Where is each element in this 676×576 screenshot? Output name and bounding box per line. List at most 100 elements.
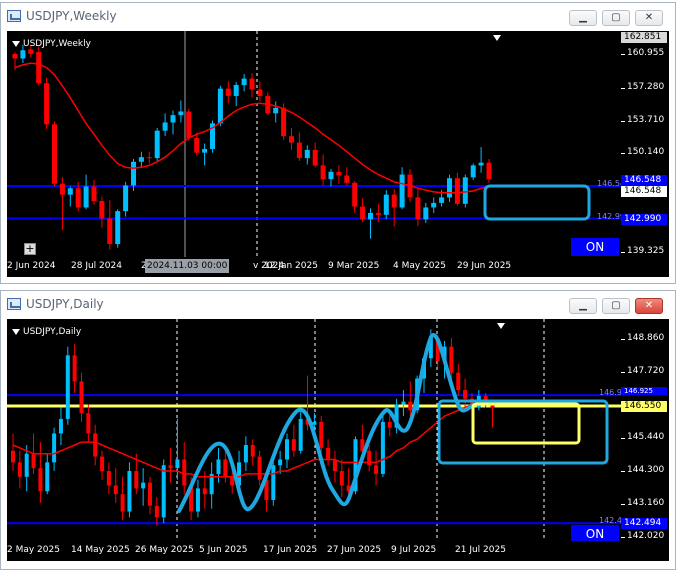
- candle-body: [374, 465, 379, 474]
- candle-body: [178, 111, 184, 116]
- candle-body: [336, 171, 342, 176]
- price-label: 153.710: [627, 114, 665, 125]
- candle-body: [328, 171, 334, 180]
- maximize-button[interactable]: ▢: [602, 10, 630, 26]
- time-label: 17 Jun 2025: [263, 545, 318, 555]
- candle-body: [131, 161, 136, 186]
- candle-body: [113, 485, 118, 495]
- price-label: 144.300: [627, 465, 665, 476]
- candle-body: [383, 194, 389, 215]
- maximize-button[interactable]: ▢: [602, 298, 630, 314]
- minimize-button[interactable]: ▁: [569, 10, 597, 26]
- weekly-time-axis[interactable]: 2 Jun 2024 28 Jul 2024 12 Jan 2025 9 Mar 20…: [7, 257, 669, 277]
- candle-body: [375, 212, 381, 215]
- price-tick: [621, 438, 625, 440]
- candle-body: [195, 488, 200, 512]
- candle-body: [470, 165, 476, 178]
- candle-body: [387, 421, 392, 428]
- minimize-button[interactable]: ▁: [569, 298, 597, 314]
- candle-body: [401, 401, 406, 405]
- candle-body: [243, 445, 248, 463]
- price-level-marker: 146.548: [621, 175, 667, 186]
- candle-body: [380, 421, 385, 474]
- candle-body: [161, 465, 166, 518]
- candle-body: [12, 53, 18, 59]
- candle-body: [194, 138, 200, 153]
- plus-icon[interactable]: +: [24, 243, 36, 255]
- weekly-chart-canvas[interactable]: [7, 31, 621, 261]
- daily-time-axis[interactable]: 2 May 2025 14 May 2025 26 May 2025 5 Jun 20…: [7, 541, 669, 561]
- weekly-chart-window: USDJPY,Weekly ▁ ▢ ✕ USDJPY,Weekly + ON 1…: [0, 2, 676, 284]
- candle-body: [45, 462, 50, 492]
- symbol-dropdown-icon[interactable]: [12, 329, 20, 335]
- candle-body: [154, 130, 160, 159]
- time-label: 26 May 2025: [135, 545, 194, 555]
- candle-body: [223, 459, 228, 477]
- candle-body: [202, 488, 207, 495]
- price-tick: [621, 252, 625, 254]
- time-label: v 2024: [253, 261, 285, 271]
- candle-body: [79, 381, 84, 414]
- candle-body: [100, 456, 105, 472]
- chart-shift-marker-icon[interactable]: [497, 323, 505, 329]
- candle-body: [175, 459, 180, 469]
- daily-price-chart[interactable]: USDJPY,Daily ON 146.925142.494: [7, 319, 621, 545]
- time-label: 5 Jun 2025: [199, 545, 248, 555]
- candle-body: [52, 124, 57, 184]
- chart-shift-marker-icon[interactable]: [493, 35, 501, 41]
- wave-annotation: [177, 333, 475, 513]
- candle-body: [326, 447, 331, 460]
- close-button[interactable]: ✕: [635, 298, 663, 314]
- candle-body: [478, 162, 484, 166]
- target-zone-rectangle: [483, 184, 591, 221]
- candle-body: [257, 456, 262, 480]
- moving-average-line: [12, 400, 493, 478]
- weekly-price-axis[interactable]: 162.851 160.955 157.280 153.710 150.140 146.5…: [621, 31, 669, 261]
- price-level-marker: 142.990: [621, 213, 667, 225]
- weekly-titlebar[interactable]: USDJPY,Weekly ▁ ▢ ✕: [1, 3, 675, 31]
- candle-body: [115, 211, 121, 245]
- time-label: 9 Mar 2025: [328, 261, 380, 271]
- candle-body: [352, 182, 358, 207]
- candle-body: [431, 202, 437, 208]
- price-tick: [621, 372, 625, 374]
- daily-titlebar[interactable]: USDJPY,Daily ▁ ▢ ✕: [1, 291, 675, 319]
- time-label: 27 Jun 2025: [327, 545, 382, 555]
- weekly-price-chart[interactable]: USDJPY,Weekly + ON 146.548 142.990: [7, 31, 621, 261]
- close-button[interactable]: ✕: [635, 10, 663, 26]
- daily-price-axis[interactable]: 148.860 147.720 145.440 144.300 143.160 142.0…: [621, 319, 669, 545]
- price-label: 143.160: [627, 498, 665, 508]
- weekly-window-title: USDJPY,Weekly: [26, 9, 117, 23]
- candle-body: [257, 89, 263, 96]
- candle-body: [462, 177, 468, 204]
- weekly-on-button[interactable]: ON: [571, 238, 619, 256]
- price-level-marker: 142.494: [621, 518, 667, 530]
- candle-body: [291, 439, 296, 451]
- candle-body: [273, 107, 279, 114]
- daily-window-title: USDJPY,Daily: [26, 297, 104, 311]
- chart-window-icon: [7, 10, 21, 22]
- candle-body: [127, 471, 132, 512]
- candle-body: [332, 459, 337, 472]
- price-tick: [621, 471, 625, 473]
- candle-body: [289, 136, 294, 143]
- time-label: 9 Jul 2025: [391, 545, 437, 555]
- candle-body: [138, 157, 144, 162]
- candle-body: [447, 178, 452, 198]
- daily-chart-canvas[interactable]: [7, 319, 621, 545]
- symbol-dropdown-icon[interactable]: [12, 41, 20, 47]
- candle-body: [31, 453, 36, 469]
- candle-body: [134, 471, 139, 489]
- candle-body: [423, 207, 429, 220]
- price-tick: [621, 54, 625, 56]
- time-label: 14 May 2025: [71, 545, 130, 555]
- time-label: 4 May 2025: [393, 261, 446, 271]
- candle-body: [65, 355, 70, 419]
- candle-body: [463, 390, 468, 399]
- daily-symbol-label: USDJPY,Daily: [23, 327, 82, 337]
- candle-body: [320, 165, 326, 180]
- candle-body: [59, 183, 65, 195]
- candle-body: [360, 206, 366, 220]
- candle-body: [344, 175, 350, 183]
- candle-body: [86, 413, 91, 434]
